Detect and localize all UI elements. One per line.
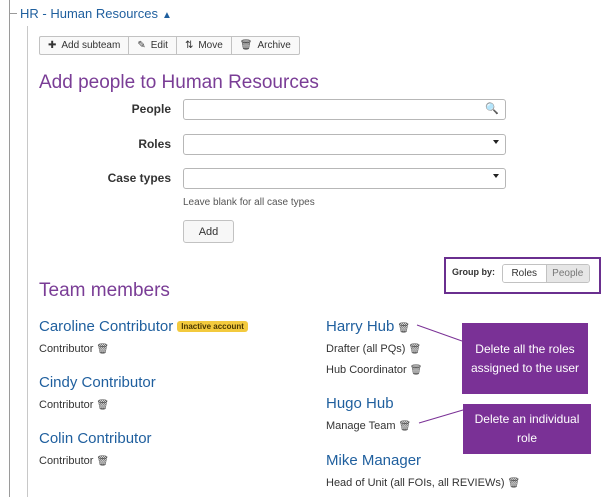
callout-delete-one: Delete an individual role <box>463 404 591 454</box>
leader-line <box>416 324 463 342</box>
callout-text: Delete an individual role <box>474 412 580 445</box>
callout-delete-all: Delete all the roles assigned to the use… <box>462 323 588 394</box>
leader-line <box>418 409 464 424</box>
callout-text: Delete all the roles assigned to the use… <box>470 341 580 375</box>
